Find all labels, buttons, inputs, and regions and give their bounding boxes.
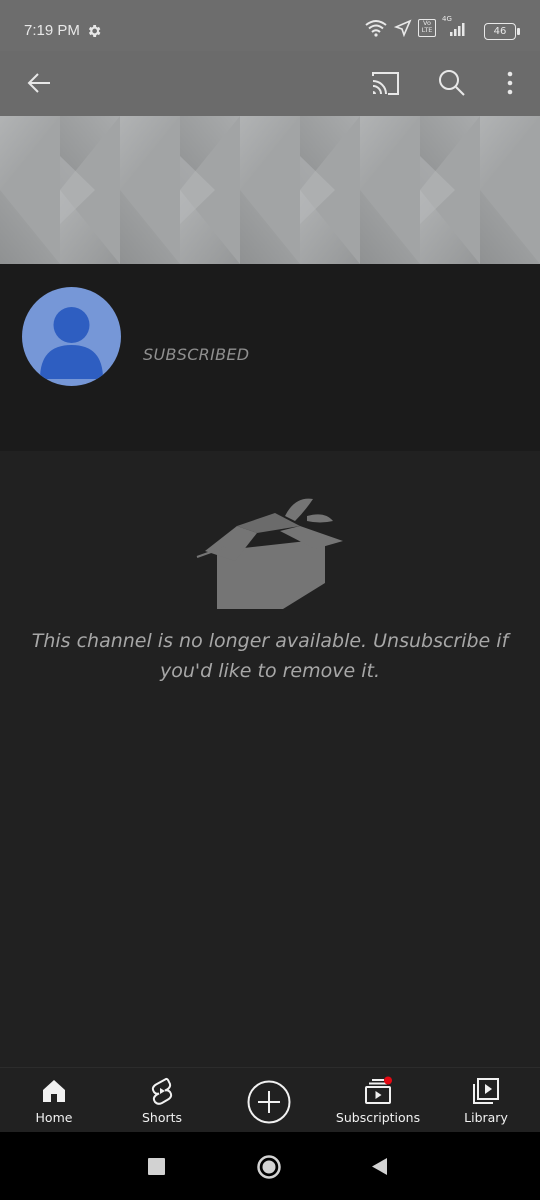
battery-level: 46 — [493, 26, 507, 37]
unavailable-message: This channel is no longer available. Uns… — [31, 630, 509, 682]
subscriptions-icon — [365, 1076, 392, 1104]
banner-pattern — [0, 116, 540, 264]
volte-badge: Vo LTE — [418, 19, 436, 37]
home-circle-icon[interactable] — [257, 1155, 281, 1179]
nav-library-label: Library — [464, 1110, 508, 1125]
nav-home-label: Home — [35, 1110, 73, 1125]
nav-home[interactable]: Home — [22, 1068, 86, 1133]
bottom-navigation: Home Shorts Subscriptions Library — [0, 1067, 540, 1133]
status-time: 7:19 PM — [24, 22, 80, 39]
wifi-icon — [365, 20, 387, 37]
notification-dot — [384, 1076, 392, 1085]
shorts-icon — [151, 1077, 173, 1105]
library-icon — [473, 1078, 499, 1104]
nav-shorts[interactable]: Shorts — [130, 1068, 194, 1133]
location-arrow-icon — [394, 19, 412, 37]
avatar — [22, 287, 121, 386]
signal-icon: 4G — [442, 15, 468, 37]
status-icons: Vo LTE 4G — [364, 15, 468, 37]
nav-subscriptions[interactable]: Subscriptions — [332, 1068, 424, 1133]
battery-indicator: 46 — [484, 23, 520, 40]
nav-library[interactable]: Library — [454, 1068, 518, 1133]
search-icon[interactable] — [436, 67, 468, 99]
back-triangle-icon[interactable] — [371, 1158, 388, 1175]
more-vert-icon[interactable] — [494, 67, 526, 99]
default-avatar-icon — [40, 307, 103, 379]
recents-icon[interactable] — [148, 1158, 165, 1175]
app-bar — [0, 51, 540, 116]
volte-label: Vo LTE — [421, 19, 433, 34]
open-box-icon — [196, 498, 343, 609]
system-navigation-bar — [0, 1132, 540, 1200]
status-bar: 7:19 PM Vo LTE 4G 46 — [0, 0, 540, 51]
channel-header: SUBSCRIBED — [0, 264, 540, 451]
subscribed-button[interactable]: SUBSCRIBED — [143, 345, 249, 364]
nav-shorts-label: Shorts — [141, 1110, 183, 1125]
channel-banner — [0, 116, 540, 264]
gear-icon — [88, 25, 101, 37]
create-icon[interactable] — [247, 1080, 291, 1124]
home-icon — [43, 1080, 65, 1102]
channel-content: This channel is no longer available. Uns… — [0, 451, 540, 1067]
cast-icon[interactable] — [369, 67, 401, 99]
nav-subscriptions-label: Subscriptions — [335, 1110, 421, 1125]
arrow-left-icon[interactable] — [24, 67, 56, 99]
